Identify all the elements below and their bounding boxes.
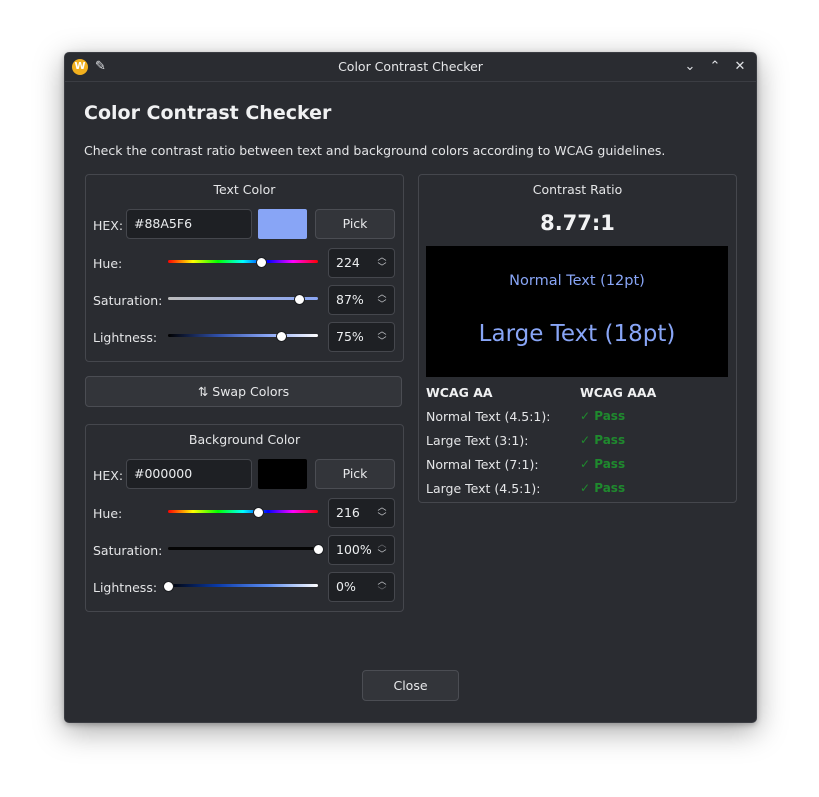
- window-title: Color Contrast Checker: [338, 59, 483, 74]
- wcag-pass-status: ✓ Pass: [580, 433, 626, 447]
- chevron-up-icon[interactable]: ︿: [376, 291, 388, 300]
- text-hue-spinbox[interactable]: 224 ︿ ﹀: [328, 248, 395, 278]
- text-saturation-label: Saturation:: [93, 293, 163, 308]
- background-color-group: Background Color HEX: #000000 Pick Hue: …: [85, 424, 404, 612]
- chevron-down-icon[interactable]: ﹀: [376, 551, 388, 560]
- background-lightness-slider[interactable]: [163, 579, 318, 593]
- hue-track: [168, 260, 318, 263]
- wcag-aa-header: WCAG AA: [426, 385, 493, 400]
- wcag-row-label: Large Text (4.5:1):: [426, 481, 541, 496]
- spinbox-value: 100%: [336, 542, 372, 557]
- wcag-row-label: Large Text (3:1):: [426, 433, 529, 448]
- close-button[interactable]: Close: [362, 670, 459, 701]
- slider-handle[interactable]: [313, 544, 324, 555]
- slider-handle[interactable]: [293, 294, 305, 305]
- spinbox-value: 216: [336, 505, 360, 520]
- background-saturation-spinbox[interactable]: 100% ︿ ﹀: [328, 535, 395, 565]
- text-pick-button[interactable]: Pick: [315, 209, 395, 239]
- preview-large-text: Large Text (18pt): [478, 321, 676, 347]
- slider-handle[interactable]: [253, 507, 264, 518]
- wcag-aaa-header: WCAG AAA: [580, 385, 657, 400]
- spinbox-value: 75%: [336, 329, 364, 344]
- background-lightness-label: Lightness:: [93, 580, 158, 595]
- swap-colors-button[interactable]: ⇅ Swap Colors: [85, 376, 402, 407]
- text-lightness-label: Lightness:: [93, 330, 158, 345]
- wcag-row-label: Normal Text (7:1):: [426, 457, 539, 472]
- text-color-group: Text Color HEX: #88A5F6 Pick Hue: 224 ︿ …: [85, 174, 404, 362]
- preview-normal-text: Normal Text (12pt): [509, 273, 645, 289]
- hue-track: [168, 510, 318, 513]
- text-lightness-spinbox[interactable]: 75% ︿ ﹀: [328, 322, 395, 352]
- slider-handle[interactable]: [163, 581, 174, 592]
- chevron-down-icon[interactable]: ﹀: [376, 264, 388, 273]
- slider-handle[interactable]: [275, 331, 287, 342]
- background-saturation-slider[interactable]: [168, 542, 324, 556]
- contrast-checker-window: W ✎ Color Contrast Checker ⌄ ⌃ ✕ Color C…: [64, 52, 757, 723]
- background-hue-slider[interactable]: [168, 505, 318, 519]
- background-hex-input[interactable]: #000000: [126, 459, 252, 489]
- chevron-up-icon[interactable]: ︿: [376, 578, 388, 587]
- background-hex-label: HEX:: [93, 468, 124, 483]
- close-window-icon[interactable]: ✕: [730, 57, 750, 77]
- spinbox-value: 87%: [336, 292, 364, 307]
- preview-area: Normal Text (12pt) Large Text (18pt): [426, 246, 728, 377]
- text-hex-input[interactable]: #88A5F6: [126, 209, 252, 239]
- wcag-pass-status: ✓ Pass: [580, 481, 626, 495]
- page-title: Color Contrast Checker: [84, 102, 332, 124]
- contrast-ratio-panel: Contrast Ratio 8.77:1 Normal Text (12pt)…: [418, 174, 737, 503]
- text-hue-slider[interactable]: [168, 255, 318, 269]
- slider-handle[interactable]: [256, 257, 268, 268]
- minimize-icon[interactable]: ⌄: [680, 57, 700, 77]
- chevron-down-icon[interactable]: ﹀: [376, 588, 388, 597]
- spinbox-value: 224: [336, 255, 360, 270]
- page-description: Check the contrast ratio between text an…: [84, 143, 666, 158]
- chevron-down-icon[interactable]: ﹀: [376, 338, 388, 347]
- background-color-title: Background Color: [188, 432, 301, 447]
- spinbox-value: 0%: [336, 579, 356, 594]
- text-lightness-slider[interactable]: [168, 329, 318, 343]
- text-color-title: Text Color: [213, 182, 276, 197]
- text-color-swatch[interactable]: [258, 209, 307, 239]
- chevron-up-icon[interactable]: ︿: [376, 504, 388, 513]
- background-color-swatch[interactable]: [258, 459, 307, 489]
- saturation-track: [168, 547, 318, 550]
- background-hue-spinbox[interactable]: 216 ︿ ﹀: [328, 498, 395, 528]
- background-lightness-spinbox[interactable]: 0% ︿ ﹀: [328, 572, 395, 602]
- title-bar: W ✎ Color Contrast Checker ⌄ ⌃ ✕: [65, 53, 756, 82]
- chevron-down-icon[interactable]: ﹀: [376, 514, 388, 523]
- wcag-row-label: Normal Text (4.5:1):: [426, 409, 551, 424]
- background-pick-button[interactable]: Pick: [315, 459, 395, 489]
- chevron-up-icon[interactable]: ︿: [376, 541, 388, 550]
- contrast-ratio-title: Contrast Ratio: [532, 182, 623, 197]
- chevron-up-icon[interactable]: ︿: [376, 328, 388, 337]
- lightness-track: [168, 584, 318, 587]
- contrast-ratio-value: 8.77:1: [540, 211, 615, 235]
- lightness-track: [168, 334, 318, 337]
- text-saturation-spinbox[interactable]: 87% ︿ ﹀: [328, 285, 395, 315]
- chevron-down-icon[interactable]: ﹀: [376, 301, 388, 310]
- text-hue-label: Hue:: [93, 256, 123, 271]
- wcag-pass-status: ✓ Pass: [580, 409, 626, 423]
- text-saturation-slider[interactable]: [168, 292, 318, 306]
- wcag-pass-status: ✓ Pass: [580, 457, 626, 471]
- background-saturation-label: Saturation:: [93, 543, 163, 558]
- maximize-icon[interactable]: ⌃: [705, 57, 725, 77]
- chevron-up-icon[interactable]: ︿: [376, 254, 388, 263]
- background-hue-label: Hue:: [93, 506, 123, 521]
- text-hex-label: HEX:: [93, 218, 124, 233]
